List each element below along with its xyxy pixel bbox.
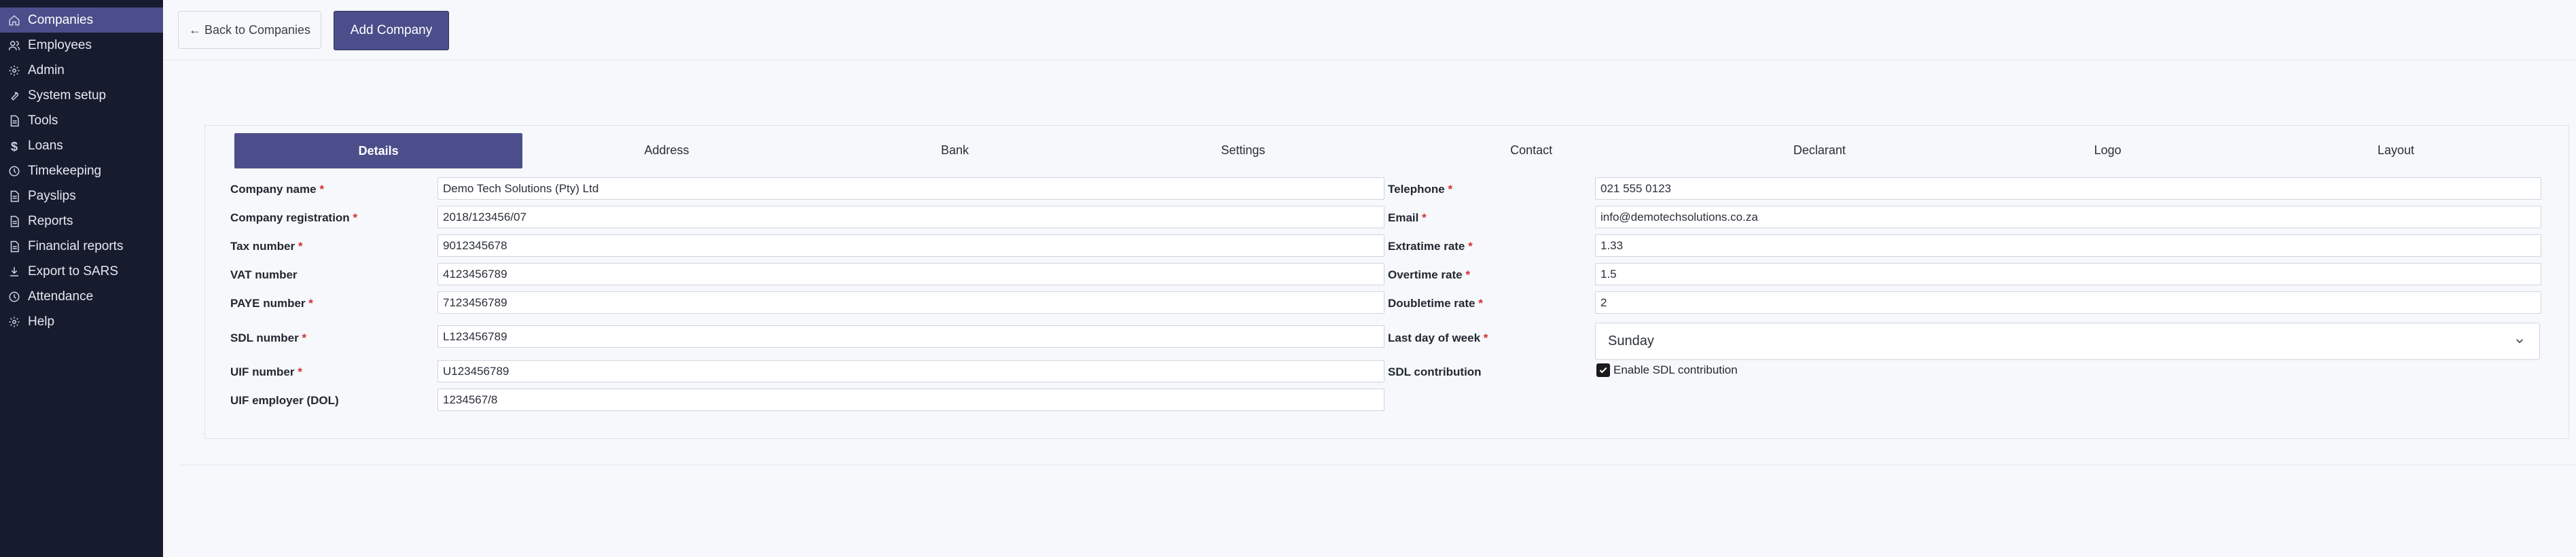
users-icon	[8, 39, 20, 52]
telephone-field[interactable]: 021 555 0123	[1595, 177, 2541, 200]
last-day-of-week-select[interactable]: Sunday	[1595, 323, 2540, 360]
checkmark-icon	[1596, 363, 1610, 377]
content-area: Details Address Bank Settings Contact De…	[180, 77, 2576, 465]
sidebar-item-label: Attendance	[28, 289, 94, 304]
overtime-rate-label: Overtime rate *	[1388, 268, 1470, 281]
back-to-companies-button[interactable]: ← Back to Companies	[178, 11, 321, 49]
sidebar-item-label: Companies	[28, 12, 94, 27]
select-value: Sunday	[1608, 334, 1654, 348]
company-name-label: Company name *	[230, 183, 324, 196]
document-icon	[8, 215, 20, 228]
telephone-label: Telephone *	[1388, 183, 1453, 196]
sidebar-item-label: Admin	[28, 62, 65, 77]
tab-bank[interactable]: Bank	[811, 133, 1099, 167]
sidebar-item-label: Timekeeping	[28, 163, 102, 178]
home-icon	[8, 14, 20, 26]
wrench-icon	[8, 90, 20, 102]
sidebar-item-label: Help	[28, 314, 55, 329]
sidebar-item-label: Payslips	[28, 188, 76, 203]
document-icon	[8, 240, 20, 253]
paye-number-label: PAYE number *	[230, 297, 313, 310]
tax-number-label: Tax number *	[230, 240, 303, 253]
sidebar-item-label: Reports	[28, 213, 73, 228]
gear-icon	[8, 65, 20, 77]
sidebar: Companies Employees Admin System setup T…	[0, 0, 163, 557]
company-name-field[interactable]: Demo Tech Solutions (Pty) Ltd	[437, 177, 1384, 200]
extratime-rate-field[interactable]: 1.33	[1595, 234, 2541, 257]
gear-icon	[8, 316, 20, 328]
sidebar-item-employees[interactable]: Employees	[0, 33, 163, 58]
company-registration-label: Company registration *	[230, 211, 358, 224]
sidebar-item-tools[interactable]: Tools	[0, 108, 163, 133]
document-icon	[8, 190, 20, 202]
tab-bar: Details Address Bank Settings Contact De…	[234, 133, 2540, 168]
top-action-bar: ← Back to Companies Add Company	[163, 0, 2576, 60]
sidebar-item-help[interactable]: Help	[0, 309, 163, 334]
sidebar-item-companies[interactable]: Companies	[0, 7, 163, 33]
doubletime-rate-label: Doubletime rate *	[1388, 297, 1483, 310]
company-registration-field[interactable]: 2018/123456/07	[437, 206, 1384, 228]
download-icon	[8, 266, 20, 278]
sidebar-item-admin[interactable]: Admin	[0, 58, 163, 83]
tab-layout[interactable]: Layout	[2252, 133, 2540, 167]
paye-number-field[interactable]: 7123456789	[437, 291, 1384, 314]
company-form-card: Details Address Bank Settings Contact De…	[204, 125, 2569, 439]
email-field[interactable]: info@demotechsolutions.co.za	[1595, 206, 2541, 228]
sidebar-item-label: Loans	[28, 138, 63, 153]
sdl-contribution-label: SDL contribution	[1388, 365, 1482, 378]
chevron-down-icon	[2514, 335, 2526, 351]
overtime-rate-field[interactable]: 1.5	[1595, 263, 2541, 285]
extratime-rate-label: Extratime rate *	[1388, 240, 1473, 253]
tab-address[interactable]: Address	[522, 133, 810, 167]
tab-logo[interactable]: Logo	[1964, 133, 2252, 167]
sdl-number-label: SDL number *	[230, 331, 307, 344]
document-icon	[8, 115, 20, 127]
vat-number-field[interactable]: 4123456789	[437, 263, 1384, 285]
sidebar-item-financial-reports[interactable]: Financial reports	[0, 234, 163, 259]
sidebar-item-label: Export to SARS	[28, 264, 119, 278]
sdl-number-field[interactable]: L123456789	[437, 325, 1384, 348]
last-day-of-week-label: Last day of week *	[1388, 331, 1488, 344]
sidebar-item-reports[interactable]: Reports	[0, 209, 163, 234]
sidebar-item-label: Tools	[28, 113, 58, 128]
tab-details[interactable]: Details	[234, 133, 523, 168]
sidebar-item-system-setup[interactable]: System setup	[0, 83, 163, 108]
sidebar-item-label: System setup	[28, 88, 107, 103]
checkbox-label: Enable SDL contribution	[1613, 363, 1738, 376]
tab-settings[interactable]: Settings	[1099, 133, 1387, 167]
clock-icon	[8, 165, 20, 177]
clock-icon	[8, 291, 20, 303]
sidebar-item-label: Employees	[28, 37, 92, 52]
sidebar-item-timekeeping[interactable]: Timekeeping	[0, 158, 163, 183]
sidebar-item-export-to-sars[interactable]: Export to SARS	[0, 259, 163, 284]
sidebar-item-payslips[interactable]: Payslips	[0, 183, 163, 209]
sidebar-item-loans[interactable]: $ Loans	[0, 133, 163, 158]
doubletime-rate-field[interactable]: 2	[1595, 291, 2541, 314]
uif-employer-field[interactable]: 1234567/8	[437, 389, 1384, 411]
sdl-contribution-checkbox[interactable]: Enable SDL contribution	[1596, 363, 1738, 377]
email-label: Email *	[1388, 211, 1427, 224]
tab-declarant[interactable]: Declarant	[1675, 133, 1963, 167]
uif-number-field[interactable]: U123456789	[437, 360, 1384, 382]
sidebar-item-label: Financial reports	[28, 238, 124, 253]
dollar-icon: $	[10, 139, 18, 154]
uif-number-label: UIF number *	[230, 365, 302, 378]
sidebar-item-attendance[interactable]: Attendance	[0, 284, 163, 309]
uif-employer-label: UIF employer (DOL)	[230, 394, 339, 407]
vat-number-label: VAT number	[230, 268, 298, 281]
tax-number-field[interactable]: 9012345678	[437, 234, 1384, 257]
tab-contact[interactable]: Contact	[1387, 133, 1675, 167]
add-company-button[interactable]: Add Company	[334, 11, 449, 50]
